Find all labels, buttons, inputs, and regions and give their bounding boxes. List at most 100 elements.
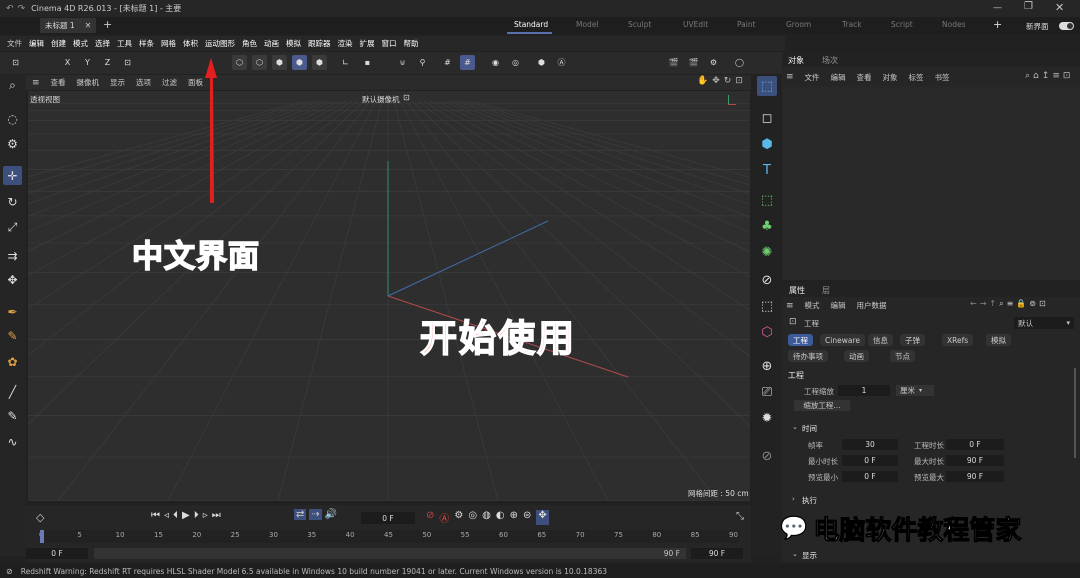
objects-menu-item-2[interactable]: 查看	[857, 72, 872, 83]
filter-icon[interactable]: ≡	[1052, 71, 1060, 81]
objects-menu-item-1[interactable]: 编辑	[831, 72, 846, 83]
time-section-chevron[interactable]: ⌄	[792, 423, 798, 431]
up-arrow-icon[interactable]: ↑	[989, 299, 996, 309]
time-field-2[interactable]: 0 F	[842, 471, 898, 482]
tab-objects[interactable]: 对象	[788, 55, 804, 66]
snap-mode-icon[interactable]: ▪	[360, 55, 375, 70]
menu-item-14[interactable]: 渲染	[338, 38, 353, 49]
attr-chip-2[interactable]: 信息	[868, 334, 893, 346]
viewport-menu-item-3[interactable]: 选项	[136, 77, 151, 88]
filter-attr-icon[interactable]: ≡	[1007, 299, 1014, 309]
field-icon[interactable]: ⬚	[757, 296, 777, 316]
play-icon[interactable]: ▶	[182, 510, 190, 521]
menu-item-5[interactable]: 工具	[117, 38, 132, 49]
time-field-1[interactable]: 0 F	[842, 455, 898, 466]
light-icon[interactable]: ✹	[757, 408, 777, 428]
sound-icon[interactable]: 🔊	[325, 509, 337, 520]
spline-pen-icon[interactable]: ✒	[3, 302, 22, 321]
knife-icon[interactable]: ✎	[3, 406, 22, 425]
range-slider[interactable]: 90 F	[94, 548, 686, 559]
maximize-view-icon[interactable]: ⊡	[735, 76, 743, 86]
next-frame-icon[interactable]: ⏵	[194, 510, 199, 521]
render-settings-icon[interactable]: ⚙	[706, 55, 721, 70]
display-section-chevron[interactable]: ⌄	[792, 550, 798, 558]
auto-key-icon[interactable]: Ⓐ	[439, 510, 449, 525]
pan-icon[interactable]: ✋	[697, 76, 708, 86]
search-attr-icon[interactable]: ⌕	[999, 299, 1003, 309]
undo-view-icon[interactable]: ⊡	[8, 55, 23, 70]
search-objects-icon[interactable]: ⌕	[1025, 71, 1030, 81]
loop-icon[interactable]: ⇄	[294, 509, 307, 520]
key-position-icon[interactable]: ◎	[468, 510, 477, 525]
lock-workplane-icon[interactable]: ◎	[508, 55, 523, 70]
attributes-menu-item-0[interactable]: 模式	[805, 300, 820, 311]
attr-chip-row2-2[interactable]: 节点	[890, 350, 915, 362]
cloner-icon[interactable]: ♣	[757, 216, 777, 236]
objects-menu-item-4[interactable]: 标签	[909, 72, 924, 83]
spline-sketch-icon[interactable]: ✎	[3, 326, 22, 345]
axis-mode-icon[interactable]: ∟	[338, 55, 353, 70]
deformer-icon[interactable]: ⊘	[757, 270, 777, 290]
select-tool-icon[interactable]: ◌	[3, 109, 22, 128]
up-icon[interactable]: ↥	[1042, 71, 1050, 81]
render-picture-icon[interactable]: 🎬	[686, 55, 701, 70]
redshift-icon[interactable]: ◯	[732, 55, 747, 70]
render-view-icon[interactable]: 🎬	[666, 55, 681, 70]
menu-item-4[interactable]: 选择	[95, 38, 110, 49]
attr-chip-4[interactable]: XRefs	[942, 334, 974, 346]
model-mode-icon[interactable]: ⬢	[292, 55, 307, 70]
maximize-button[interactable]: ❐	[1024, 1, 1033, 12]
menu-item-12[interactable]: 模拟	[286, 38, 301, 49]
range-start-field[interactable]: 0 F	[26, 548, 88, 559]
layout-tab-script[interactable]: Script	[891, 20, 913, 29]
transfer-tool-icon[interactable]: ⇉	[3, 246, 22, 265]
null-object-icon[interactable]: ◻	[757, 108, 777, 128]
close-button[interactable]: ✕	[1055, 1, 1064, 14]
live-select-icon[interactable]: ⚙	[3, 134, 22, 153]
menu-item-1[interactable]: 编辑	[29, 38, 44, 49]
texture-mode-icon[interactable]: ⬢	[312, 55, 327, 70]
prev-key-icon[interactable]: ◃	[164, 510, 169, 521]
time-field2-2[interactable]: 90 F	[946, 471, 1004, 482]
rotate-view-icon[interactable]: ↻	[724, 76, 732, 86]
redo-icon[interactable]: ↷	[18, 4, 26, 14]
attr-chip-0[interactable]: 工程	[788, 334, 813, 346]
prev-frame-icon[interactable]: ⏴	[173, 510, 178, 521]
preview-range-icon[interactable]: ⇢	[309, 509, 322, 520]
current-frame-field[interactable]: 0 F	[361, 512, 415, 524]
new-tab-button[interactable]: +	[103, 18, 112, 31]
subdivision-icon[interactable]: ⬚	[757, 190, 777, 210]
search-icon[interactable]: ⌕	[3, 76, 22, 95]
scale-project-button[interactable]: 缩放工程...	[794, 400, 850, 411]
cube-icon[interactable]: ⬢	[757, 134, 777, 154]
attr-chip-3[interactable]: 子弹	[900, 334, 925, 346]
key-pla-icon[interactable]: ⊜	[523, 510, 531, 525]
magnet-tool-icon[interactable]: ∿	[3, 432, 22, 451]
end-frame-field[interactable]: 90 F	[691, 548, 743, 559]
lock-icon[interactable]: 🔒	[1016, 299, 1026, 309]
new-interface-toggle[interactable]	[1059, 22, 1074, 30]
attributes-menu-item-1[interactable]: 编辑	[831, 300, 846, 311]
attributes-scrollbar[interactable]	[1074, 368, 1076, 458]
add-layout-button[interactable]: +	[993, 18, 1002, 31]
attr-chip-5[interactable]: 模拟	[986, 334, 1011, 346]
viewport-menu-item-0[interactable]: 查看	[51, 77, 66, 88]
menu-item-6[interactable]: 样条	[139, 38, 154, 49]
menu-item-16[interactable]: 窗口	[382, 38, 397, 49]
environment-icon[interactable]: ⊕	[757, 356, 777, 376]
layout-tab-paint[interactable]: Paint	[737, 20, 756, 29]
camera-icon[interactable]: ⎚	[757, 382, 777, 402]
layout-tab-model[interactable]: Model	[576, 20, 599, 29]
mograph-icon[interactable]: ⬡	[757, 322, 777, 342]
preset-dropdown[interactable]: 默认 ▾	[1014, 317, 1074, 329]
attr-chip-1[interactable]: Cineware	[820, 334, 865, 346]
timeline-ruler[interactable]: 051015202530354045505560657075808590	[39, 530, 740, 543]
tab-layers[interactable]: 层	[822, 285, 830, 296]
rotate-tool-icon[interactable]: ↻	[3, 192, 22, 211]
back-icon[interactable]: ←	[970, 299, 977, 309]
layout-tab-sculpt[interactable]: Sculpt	[628, 20, 651, 29]
viewport[interactable]: 透视视图 默认摄像机 ⊡ 网格间距 : 50 cm	[28, 91, 750, 501]
attributes-menu-item-2[interactable]: 用户数据	[857, 300, 887, 311]
menu-item-17[interactable]: 帮助	[404, 38, 419, 49]
attributes-menu-icon[interactable]: ≡	[786, 301, 794, 311]
